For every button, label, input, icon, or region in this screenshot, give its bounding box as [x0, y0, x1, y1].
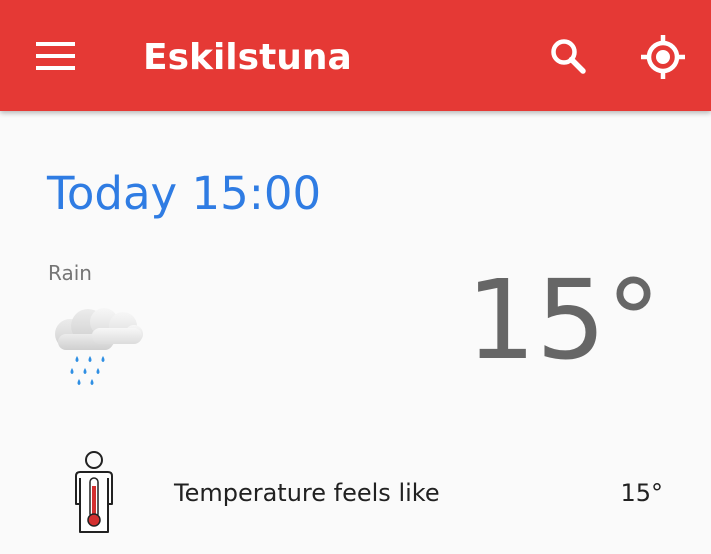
- rain-cloud-icon: [55, 308, 143, 385]
- thermometer-person-icon: [75, 451, 113, 533]
- search-icon: [551, 39, 586, 74]
- feels-like-label: Temperature feels like: [174, 479, 440, 507]
- forecast-datetime: Today 15:00: [47, 167, 322, 220]
- my-location-icon: [641, 35, 685, 79]
- current-temperature: 15°: [466, 256, 661, 384]
- my-location-button[interactable]: [638, 32, 688, 82]
- feels-like-value: 15°: [620, 479, 663, 507]
- menu-button[interactable]: [28, 32, 84, 80]
- search-button[interactable]: [544, 32, 592, 80]
- weather-condition: Rain: [48, 261, 92, 285]
- app-bar: Eskilstuna: [0, 0, 711, 111]
- app-title: Eskilstuna: [143, 37, 352, 78]
